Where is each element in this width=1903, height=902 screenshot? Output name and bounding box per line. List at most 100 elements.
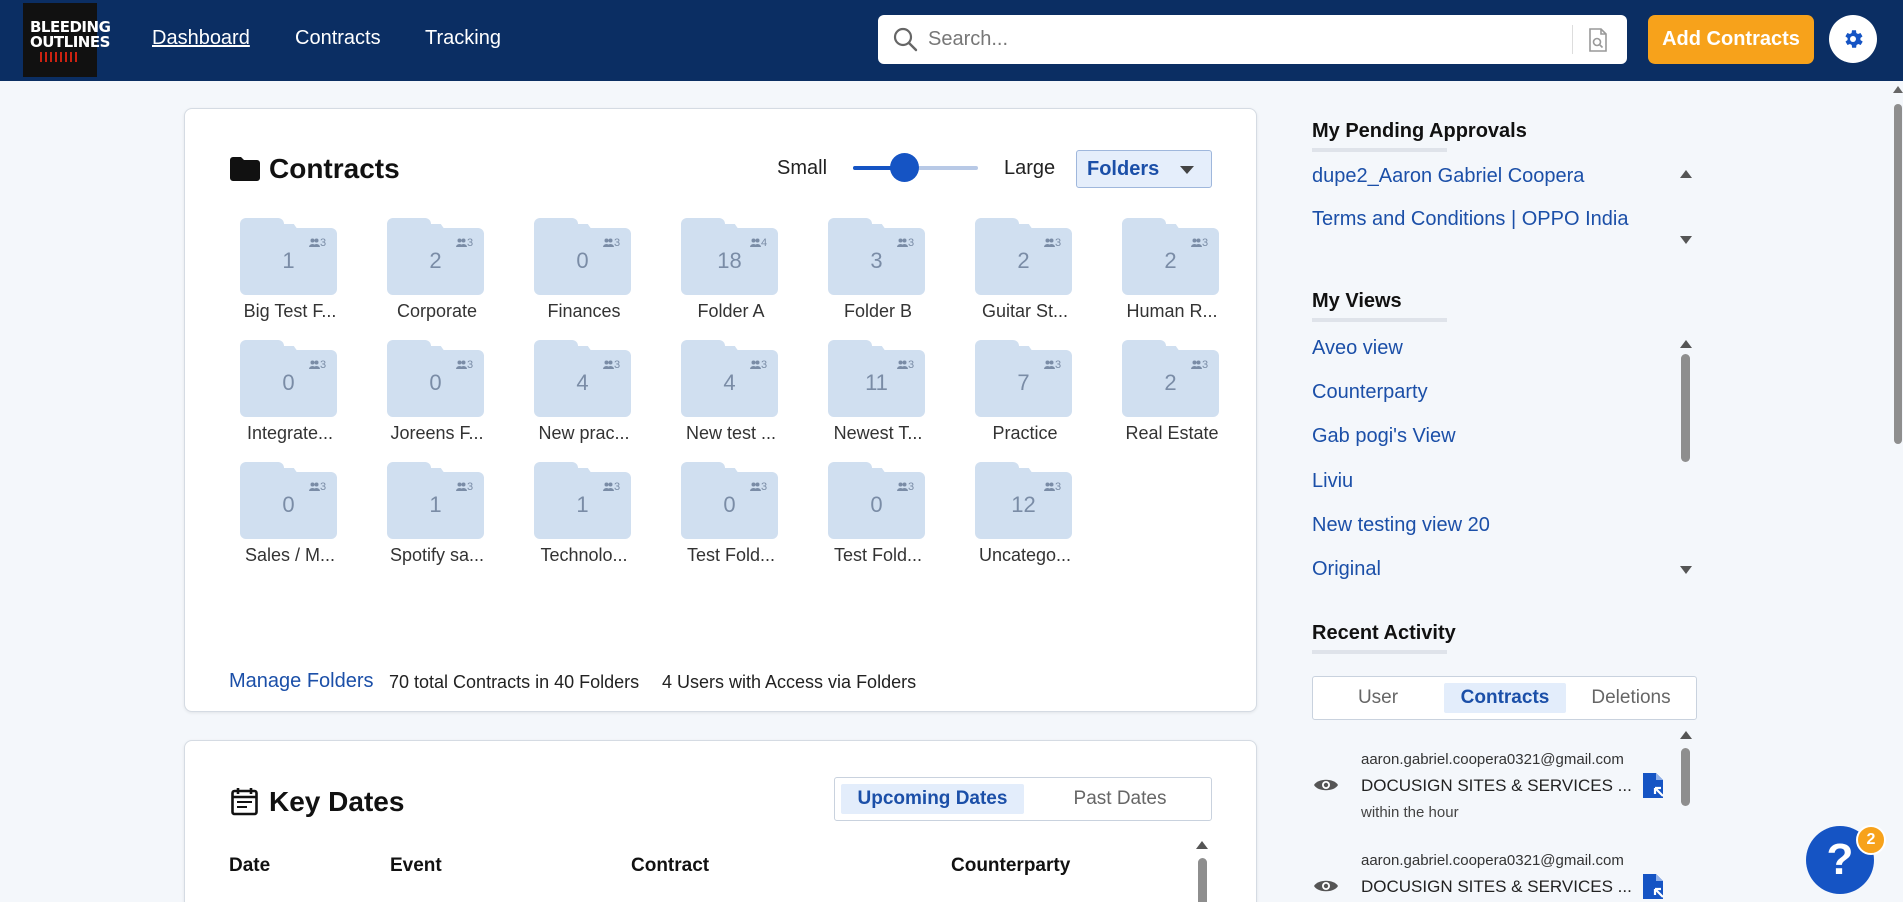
folder-contract-count: 1 bbox=[576, 492, 589, 517]
folder-users: 3 bbox=[456, 237, 473, 249]
column-event[interactable]: Event bbox=[390, 855, 442, 877]
folder-item[interactable]: 7 3 Practice bbox=[964, 340, 1074, 460]
folder-user-count: 3 bbox=[1055, 359, 1062, 371]
folder-contract-count: 0 bbox=[282, 492, 295, 517]
views-scrollbar[interactable] bbox=[1681, 354, 1690, 462]
size-small-label: Small bbox=[777, 157, 828, 179]
settings-button[interactable] bbox=[1829, 15, 1877, 63]
folder-contract-count: 0 bbox=[723, 492, 736, 517]
pending-scroll-up[interactable] bbox=[1680, 170, 1692, 178]
folder-user-count: 4 bbox=[761, 237, 768, 249]
calendar-icon bbox=[231, 788, 258, 816]
folder-contract-count: 2 bbox=[1164, 248, 1177, 273]
folder-icon bbox=[230, 157, 260, 181]
page-scrollbar[interactable] bbox=[1894, 104, 1902, 444]
nav-contracts[interactable]: Contracts bbox=[295, 27, 381, 50]
folder-item[interactable]: 0 3 Test Fold... bbox=[817, 462, 927, 582]
folder-item[interactable]: 0 3 Integrate... bbox=[229, 340, 339, 460]
folder-user-count: 3 bbox=[1202, 359, 1209, 371]
open-document-icon[interactable] bbox=[1641, 772, 1667, 800]
folder-contract-count: 0 bbox=[429, 370, 442, 395]
column-date[interactable]: Date bbox=[229, 855, 270, 877]
view-item[interactable]: Counterparty bbox=[1312, 381, 1428, 404]
open-document-icon[interactable] bbox=[1641, 873, 1667, 901]
add-contracts-button[interactable]: Add Contracts bbox=[1648, 15, 1814, 64]
pending-approval-item[interactable]: Terms and Conditions | OPPO India bbox=[1312, 208, 1628, 231]
views-scroll-up[interactable] bbox=[1680, 340, 1692, 348]
view-mode-value: Folders bbox=[1087, 158, 1160, 180]
heading-underline bbox=[1312, 148, 1447, 152]
folder-contract-count: 2 bbox=[1164, 370, 1177, 395]
folder-item[interactable]: 11 3 Newest T... bbox=[817, 340, 927, 460]
users-icon bbox=[456, 238, 467, 247]
pending-approval-item[interactable]: dupe2_Aaron Gabriel Coopera bbox=[1312, 165, 1584, 188]
tab-contracts[interactable]: Contracts bbox=[1444, 683, 1566, 713]
nav-tracking[interactable]: Tracking bbox=[425, 27, 501, 50]
pending-approvals-heading: My Pending Approvals bbox=[1312, 120, 1527, 142]
view-mode-select[interactable]: Folders bbox=[1076, 150, 1212, 188]
folder-item[interactable]: 0 3 Joreens F... bbox=[376, 340, 486, 460]
activity-user-email: aaron.gabriel.coopera0321@gmail.com bbox=[1361, 751, 1624, 768]
folder-item[interactable]: 18 4 Folder A bbox=[670, 218, 780, 338]
eye-icon[interactable] bbox=[1313, 776, 1339, 794]
users-icon bbox=[603, 360, 614, 369]
view-item[interactable]: Original bbox=[1312, 558, 1381, 581]
users-icon bbox=[750, 238, 761, 247]
folder-item[interactable]: 4 3 New test ... bbox=[670, 340, 780, 460]
document-search-icon[interactable] bbox=[1586, 27, 1610, 53]
activity-contract-title[interactable]: DOCUSIGN SITES & SERVICES ... bbox=[1361, 877, 1632, 897]
chevron-down-icon bbox=[1180, 166, 1194, 174]
folder-item[interactable]: 0 3 Finances bbox=[523, 218, 633, 338]
keydates-scroll-up[interactable] bbox=[1196, 841, 1208, 849]
search-input[interactable] bbox=[928, 23, 1528, 55]
folder-user-count: 3 bbox=[320, 237, 327, 249]
eye-icon[interactable] bbox=[1313, 877, 1339, 895]
pending-scroll-down[interactable] bbox=[1680, 236, 1692, 244]
view-item[interactable]: New testing view 20 bbox=[1312, 514, 1490, 537]
column-counterparty[interactable]: Counterparty bbox=[951, 855, 1070, 877]
view-item[interactable]: Aveo view bbox=[1312, 337, 1403, 360]
company-logo[interactable]: BLEEDING OUTLINES bbox=[23, 3, 111, 77]
activity-contract-title[interactable]: DOCUSIGN SITES & SERVICES ... bbox=[1361, 776, 1632, 796]
view-item[interactable]: Gab pogi's View bbox=[1312, 425, 1456, 448]
folder-name: Guitar St... bbox=[981, 301, 1069, 321]
search-box bbox=[878, 15, 1627, 64]
users-icon bbox=[603, 482, 614, 491]
folder-item[interactable]: 1 3 Technolo... bbox=[523, 462, 633, 582]
activity-scroll-up[interactable] bbox=[1680, 731, 1692, 739]
folder-item[interactable]: 0 3 Sales / M... bbox=[229, 462, 339, 582]
keydates-scrollbar[interactable] bbox=[1198, 858, 1207, 902]
folder-user-count: 3 bbox=[467, 237, 474, 249]
folder-item[interactable]: 1 3 Big Test F... bbox=[229, 218, 339, 338]
folder-item[interactable]: 2 3 Human R... bbox=[1111, 218, 1221, 338]
tab-user[interactable]: User bbox=[1323, 683, 1433, 713]
folder-size-slider[interactable] bbox=[853, 153, 978, 182]
folder-item[interactable]: 3 3 Folder B bbox=[817, 218, 927, 338]
folder-contract-count: 18 bbox=[717, 248, 742, 273]
tab-past-dates[interactable]: Past Dates bbox=[1035, 784, 1205, 814]
tab-deletions[interactable]: Deletions bbox=[1571, 683, 1691, 713]
heading-underline bbox=[1312, 318, 1447, 322]
column-contract[interactable]: Contract bbox=[631, 855, 709, 877]
users-icon bbox=[1191, 360, 1202, 369]
page-scroll-up[interactable] bbox=[1893, 86, 1903, 93]
view-item[interactable]: Liviu bbox=[1312, 470, 1353, 493]
folder-users: 3 bbox=[750, 481, 767, 493]
folder-name: Integrate... bbox=[246, 423, 334, 443]
folder-item[interactable]: 2 3 Corporate bbox=[376, 218, 486, 338]
folder-item[interactable]: 2 3 Guitar St... bbox=[964, 218, 1074, 338]
tab-upcoming-dates[interactable]: Upcoming Dates bbox=[841, 784, 1024, 814]
folder-item[interactable]: 0 3 Test Fold... bbox=[670, 462, 780, 582]
folder-item[interactable]: 12 3 Uncatego... bbox=[964, 462, 1074, 582]
views-scroll-down[interactable] bbox=[1680, 566, 1692, 574]
folder-user-count: 3 bbox=[908, 359, 915, 371]
folder-contract-count: 1 bbox=[282, 248, 295, 273]
nav-dashboard[interactable]: Dashboard bbox=[152, 27, 250, 50]
manage-folders-link[interactable]: Manage Folders bbox=[229, 670, 374, 693]
users-icon bbox=[309, 238, 320, 247]
folder-item[interactable]: 2 3 Real Estate bbox=[1111, 340, 1221, 460]
folder-item[interactable]: 4 3 New prac... bbox=[523, 340, 633, 460]
slider-handle[interactable] bbox=[890, 153, 919, 182]
folder-item[interactable]: 1 3 Spotify sa... bbox=[376, 462, 486, 582]
activity-scrollbar[interactable] bbox=[1681, 748, 1690, 806]
